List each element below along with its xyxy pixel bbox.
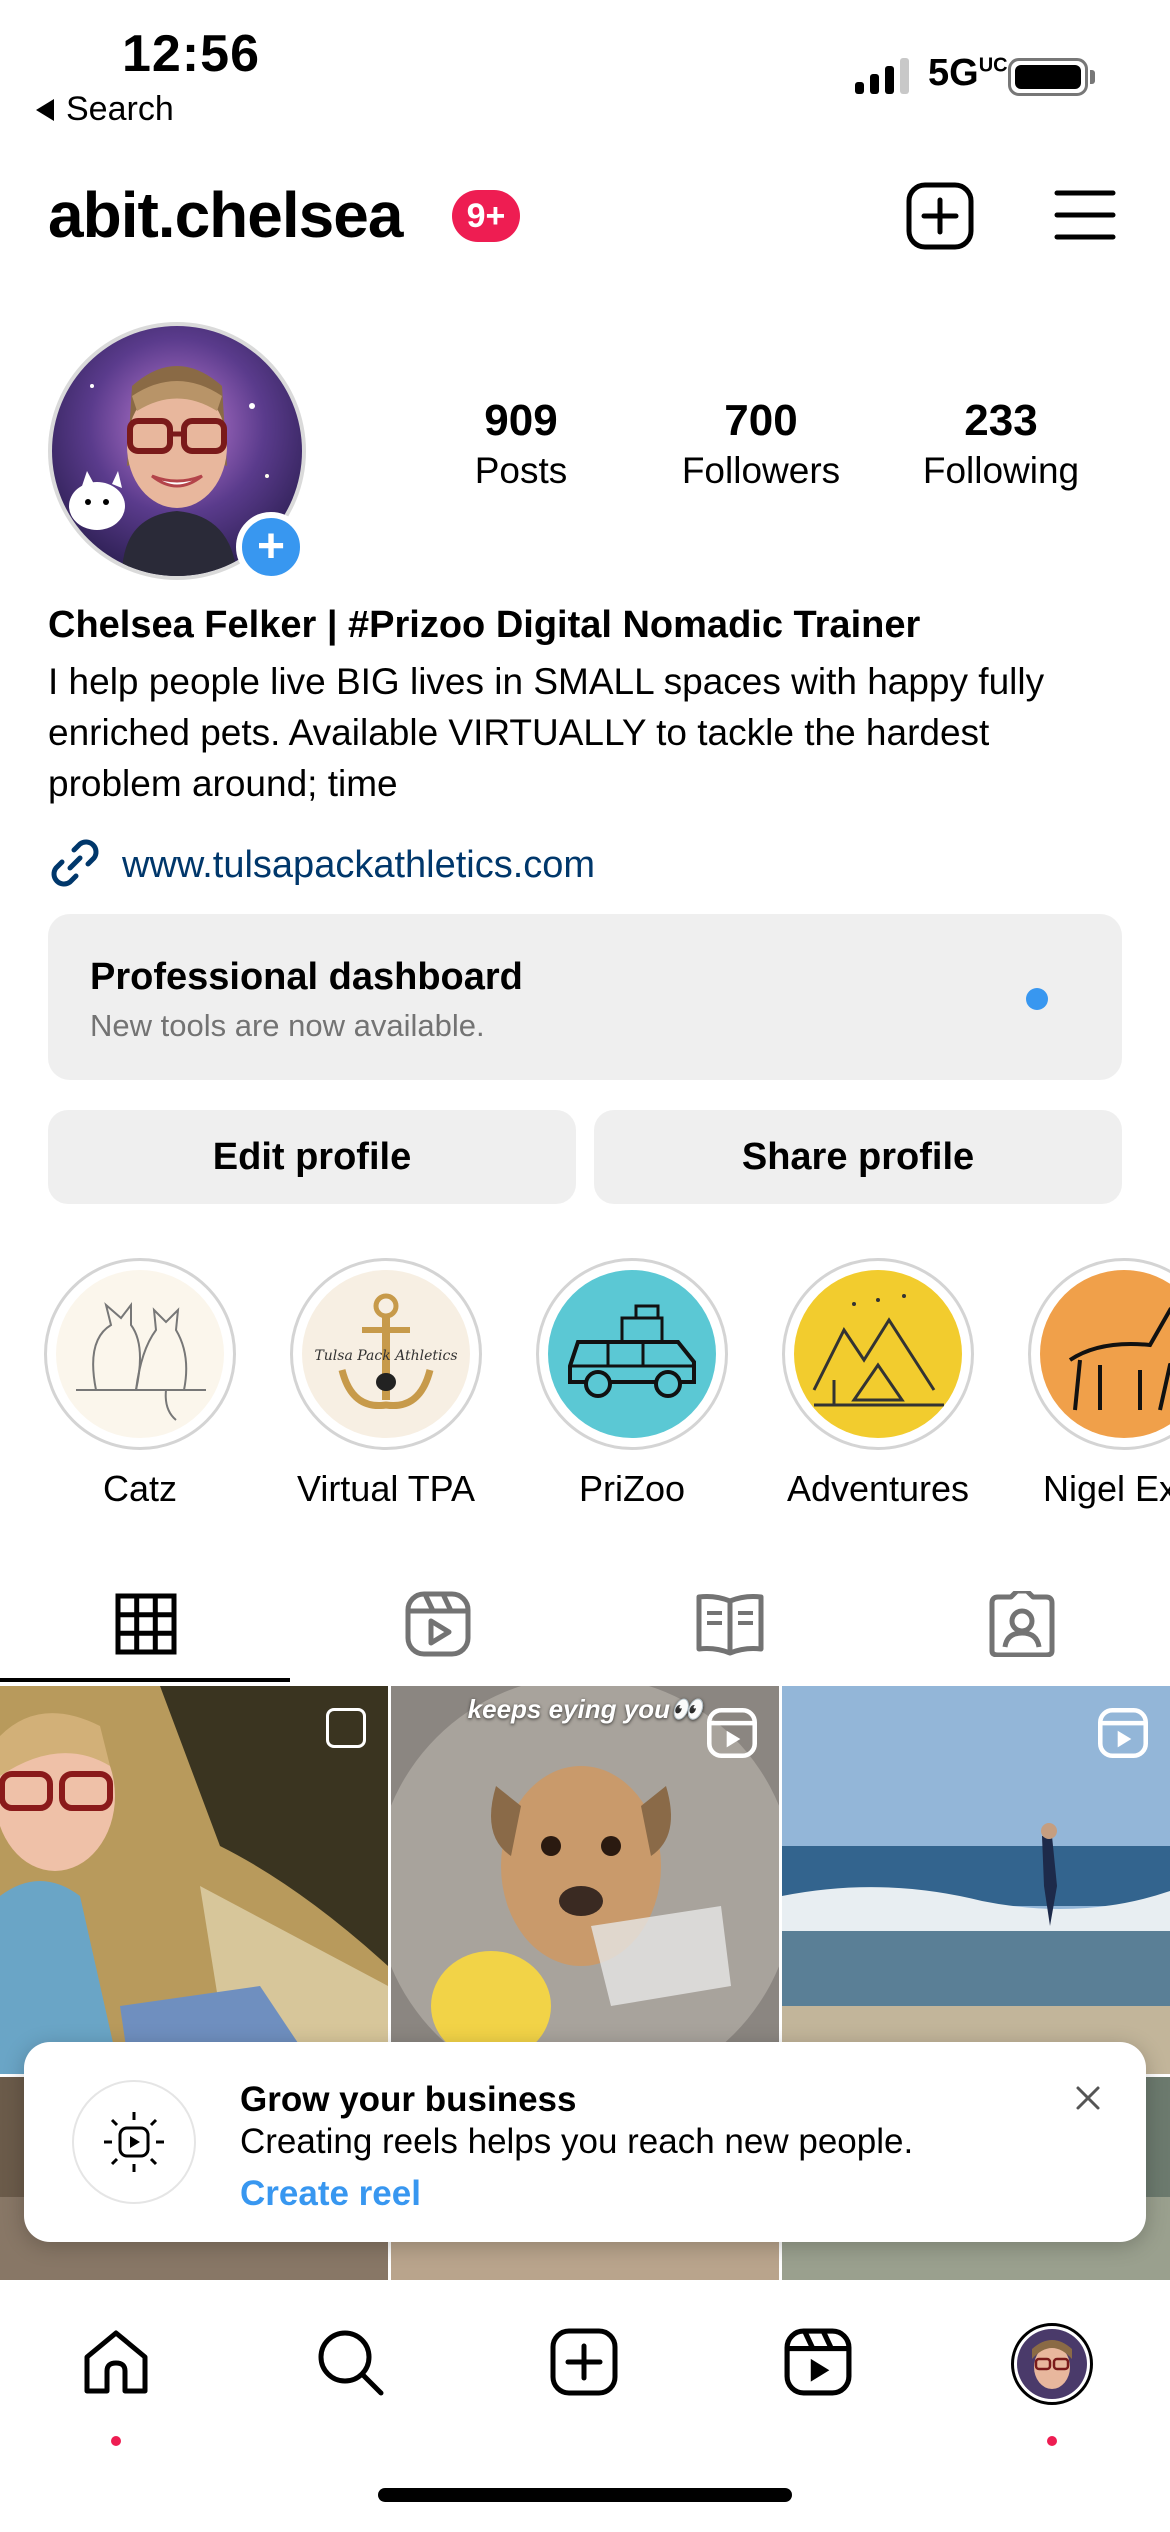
nav-search[interactable] [300,2314,400,2414]
back-label: Search [66,90,174,128]
profile-tabs [0,1570,1170,1682]
reel-badge-icon [707,1708,757,1758]
clock: 12:56 [122,25,260,83]
highlight-cover [1040,1270,1170,1438]
battery-cap [1090,70,1095,84]
battery-icon [1008,58,1088,96]
reels-icon [784,2328,852,2401]
reel-idea-icon [72,2080,196,2204]
tagged-icon [989,1588,1055,1662]
link-text: www.tulsapackathletics.com [122,844,596,886]
grid-post[interactable] [782,1686,1170,2074]
notification-badge[interactable]: 9+ [452,190,520,242]
toast-title: Grow your business [240,2080,577,2119]
share-profile-button[interactable]: Share profile [594,1110,1122,1204]
nav-profile[interactable] [1002,2314,1102,2414]
nav-reels[interactable] [768,2314,868,2414]
home-notification-dot [111,2436,121,2446]
grow-business-toast[interactable]: Grow your business Creating reels helps … [24,2042,1146,2242]
highlight-adventures[interactable]: Adventures [780,1258,976,1510]
username-switcher[interactable]: abit.chelsea [48,178,403,252]
stat-label: Posts [474,450,568,491]
create-reel-link[interactable]: Create reel [240,2174,421,2214]
back-arrow-icon [36,98,54,121]
professional-dashboard[interactable]: Professional dashboard New tools are now… [48,914,1122,1080]
tab-reels[interactable] [292,1570,584,1682]
create-icon [550,2328,618,2401]
tab-grid[interactable] [0,1570,292,1682]
nav-home[interactable] [66,2314,166,2414]
reel-badge-icon [1098,1708,1148,1758]
highlight-virtual-tpa[interactable]: Tulsa Pack Athletics Virtual TPA [288,1258,484,1510]
new-post-icon[interactable] [906,182,974,250]
back-to-search[interactable]: Search [36,90,174,129]
highlight-label: Catz [102,1468,178,1509]
link-icon [48,836,102,895]
highlight-cover [794,1270,962,1438]
profile-avatar [1011,2323,1093,2405]
highlight-label: Virtual TPA [296,1468,476,1509]
stat-followers[interactable]: 700 Followers [651,396,871,492]
close-icon[interactable] [1070,2080,1106,2116]
grid-post[interactable]: keeps eying you👀 [391,1686,779,2074]
profile-bio: I help people live BIG lives in SMALL sp… [48,661,1045,804]
highlight-label: Adventures [786,1468,970,1509]
home-indicator [378,2488,792,2502]
reels-icon [405,1591,471,1662]
menu-icon[interactable] [1054,188,1116,242]
dashboard-title: Professional dashboard [90,956,523,998]
guides-icon [695,1591,765,1662]
grid-icon [115,1593,177,1660]
status-bar: 12:56 Search 5GUC [0,0,1170,140]
stat-value: 909 [484,396,558,445]
highlight-cover [548,1270,716,1438]
highlight-nigel[interactable]: Nigel Expl [1026,1258,1170,1510]
network-label: 5GUC [928,52,1008,94]
multi-post-icon [326,1708,366,1748]
tab-tagged[interactable] [876,1570,1168,1682]
stat-value: 233 [964,396,1038,445]
highlight-cover [56,1270,224,1438]
unread-dot [1026,988,1048,1010]
highlight-label: PriZoo [578,1468,686,1509]
profile-notification-dot [1047,2436,1057,2446]
stat-label: Followers [681,450,841,491]
stat-posts[interactable]: 909 Posts [411,396,631,492]
home-icon [81,2327,151,2402]
highlight-catz[interactable]: Catz [42,1258,238,1510]
toast-body: Creating reels helps you reach new peopl… [240,2122,914,2161]
story-highlights: Catz Tulsa Pack Athletics Virtual TPA Pr… [42,1258,1170,1518]
tab-guides[interactable] [584,1570,876,1682]
highlight-cover: Tulsa Pack Athletics [302,1270,470,1438]
stat-label: Following [922,450,1080,491]
edit-profile-button[interactable]: Edit profile [48,1110,576,1204]
nav-create[interactable] [534,2314,634,2414]
profile-header: abit.chelsea 9+ [48,170,1122,260]
dashboard-subtitle: New tools are now available. [90,1008,485,1043]
stat-value: 700 [724,396,798,445]
signal-icon [855,58,909,94]
add-story-button[interactable]: + [236,512,306,582]
active-tab-indicator [0,1678,290,1682]
profile-link[interactable]: www.tulsapackathletics.com [48,836,595,895]
search-icon [315,2327,385,2402]
profile-name: Chelsea Felker | #Prizoo Digital Nomadic… [48,604,921,646]
grid-post[interactable] [0,1686,388,2074]
svg-text:Tulsa Pack Athletics: Tulsa Pack Athletics [314,1348,457,1364]
highlight-label: Nigel Expl [1042,1468,1170,1509]
highlight-prizoo[interactable]: PriZoo [534,1258,730,1510]
stat-following[interactable]: 233 Following [891,396,1111,492]
